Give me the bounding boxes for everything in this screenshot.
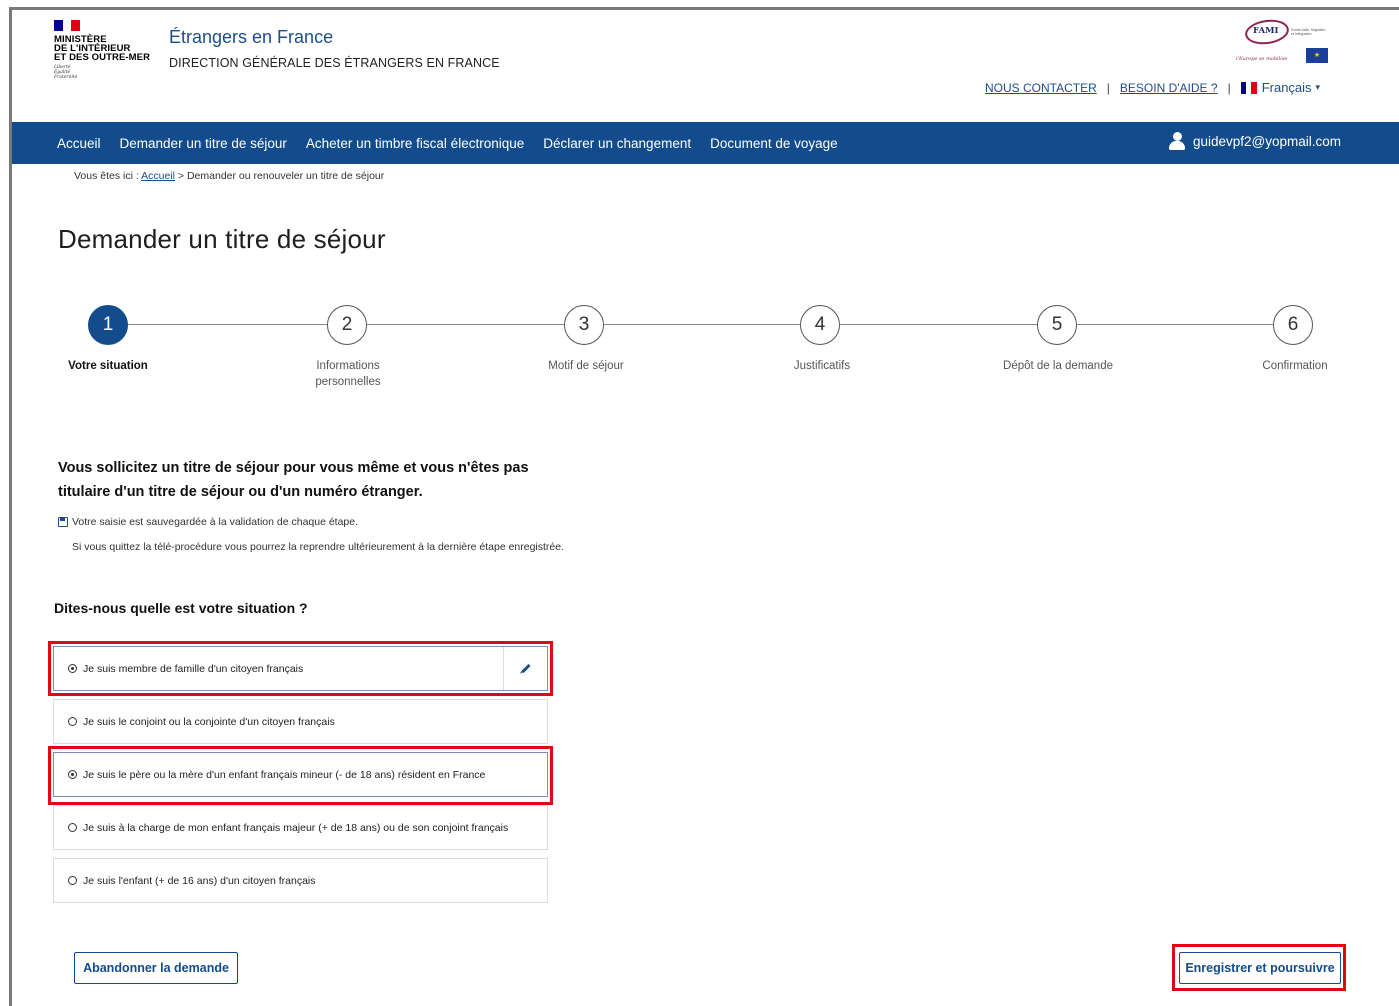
fami-motto: l'Europe se mobilise — [1236, 56, 1288, 62]
language-selector[interactable]: Français ▾ — [1240, 80, 1321, 95]
step-6-label: Confirmation — [1262, 360, 1328, 372]
eu-flag-icon: ★ — [1306, 48, 1328, 63]
contact-link[interactable]: NOUS CONTACTER — [985, 81, 1097, 95]
step-2-circle: 2 — [327, 305, 367, 345]
abandon-button[interactable]: Abandonner la demande — [74, 952, 238, 984]
french-flag-icon — [1240, 81, 1257, 94]
site-title[interactable]: Étrangers en France — [169, 27, 333, 48]
link-separator: | — [1227, 80, 1231, 95]
step-connector — [367, 324, 565, 325]
step-connector — [604, 324, 801, 325]
highlight-box — [48, 746, 553, 805]
highlight-box — [48, 641, 553, 696]
ministry-name: MINISTÈRE DE L'INTÉRIEUR ET DES OUTRE-ME… — [54, 34, 151, 63]
step-5-label: Dépôt de la demande — [1003, 360, 1113, 372]
nav-item-accueil[interactable]: Accueil — [57, 136, 101, 151]
quit-note: Si vous quittez la télé-procédure vous p… — [72, 541, 565, 553]
situation-question: Dites-nous quelle est votre situation ? — [54, 600, 308, 616]
nav-item-demander-titre[interactable]: Demander un titre de séjour — [120, 136, 287, 151]
step-4-circle: 4 — [800, 305, 840, 345]
step-6-circle: 6 — [1273, 305, 1313, 345]
site-subtitle: DIRECTION GÉNÉRALE DES ÉTRANGERS EN FRAN… — [169, 56, 500, 70]
page-title: Demander un titre de séjour — [58, 224, 386, 254]
situation-intro: Vous sollicitez un titre de séjour pour … — [58, 460, 529, 500]
highlight-box — [1172, 944, 1346, 991]
step-1-label: Votre situation — [68, 360, 148, 372]
step-connector — [1077, 324, 1274, 325]
breadcrumb-prefix: Vous êtes ici : — [74, 170, 139, 182]
option-label: Je suis l'enfant (+ de 16 ans) d'un cito… — [83, 874, 316, 887]
step-4-label: Justificatifs — [793, 360, 851, 372]
help-link[interactable]: BESOIN D'AIDE ? — [1120, 81, 1218, 95]
step-2-label: Informations personnelles — [315, 360, 381, 388]
user-account[interactable]: guidevpf2@yopmail.com — [1168, 132, 1341, 150]
radio-icon[interactable] — [68, 717, 77, 726]
republic-motto: Liberté Égalité Fraternité — [54, 65, 78, 80]
option-conjoint[interactable]: Je suis le conjoint ou la conjointe d'un… — [53, 699, 548, 744]
french-flag-icon — [54, 20, 81, 31]
step-1-circle: 1 — [88, 305, 128, 345]
step-5-circle: 5 — [1037, 305, 1077, 345]
nav-item-document-voyage[interactable]: Document de voyage — [710, 136, 838, 151]
option-label: Je suis à la charge de mon enfant frança… — [83, 821, 509, 834]
step-connector — [840, 324, 1038, 325]
radio-icon[interactable] — [68, 823, 77, 832]
ministry-logo[interactable]: MINISTÈRE DE L'INTÉRIEUR ET DES OUTRE-ME… — [54, 20, 164, 80]
radio-icon[interactable] — [68, 876, 77, 885]
breadcrumb-home-link[interactable]: Accueil — [141, 170, 175, 182]
chevron-down-icon: ▾ — [1315, 82, 1321, 92]
link-separator: | — [1106, 80, 1110, 95]
save-note-text: Votre saisie est sauvegardée à la valida… — [72, 516, 359, 528]
step-connector — [128, 324, 328, 325]
step-3-label: Motif de séjour — [548, 360, 624, 372]
breadcrumb: Vous êtes ici : Accueil > Demander ou re… — [74, 170, 384, 182]
save-note: Votre saisie est sauvegardée à la valida… — [58, 516, 358, 528]
fami-logo-text: FAMI — [1253, 26, 1279, 36]
fami-small-text: Fonds Asile, Migration et Intégration — [1291, 28, 1326, 36]
breadcrumb-current: > Demander ou renouveler un titre de séj… — [177, 170, 385, 182]
step-3-circle: 3 — [564, 305, 604, 345]
user-icon — [1168, 132, 1185, 150]
option-label: Je suis le conjoint ou la conjointe d'un… — [83, 715, 335, 728]
option-enfant-citoyen[interactable]: Je suis l'enfant (+ de 16 ans) d'un cito… — [53, 858, 548, 903]
nav-item-timbre-fiscal[interactable]: Acheter un timbre fiscal électronique — [306, 136, 524, 151]
user-email: guidevpf2@yopmail.com — [1192, 133, 1341, 149]
top-links: NOUS CONTACTER | BESOIN D'AIDE ? | Franç… — [985, 80, 1320, 95]
nav-item-declarer-changement[interactable]: Déclarer un changement — [543, 136, 691, 151]
language-label: Français — [1261, 80, 1312, 95]
option-a-charge-enfant-majeur[interactable]: Je suis à la charge de mon enfant frança… — [53, 805, 548, 850]
main-nav: Accueil Demander un titre de séjour Ache… — [12, 122, 1399, 164]
floppy-icon — [58, 517, 68, 527]
